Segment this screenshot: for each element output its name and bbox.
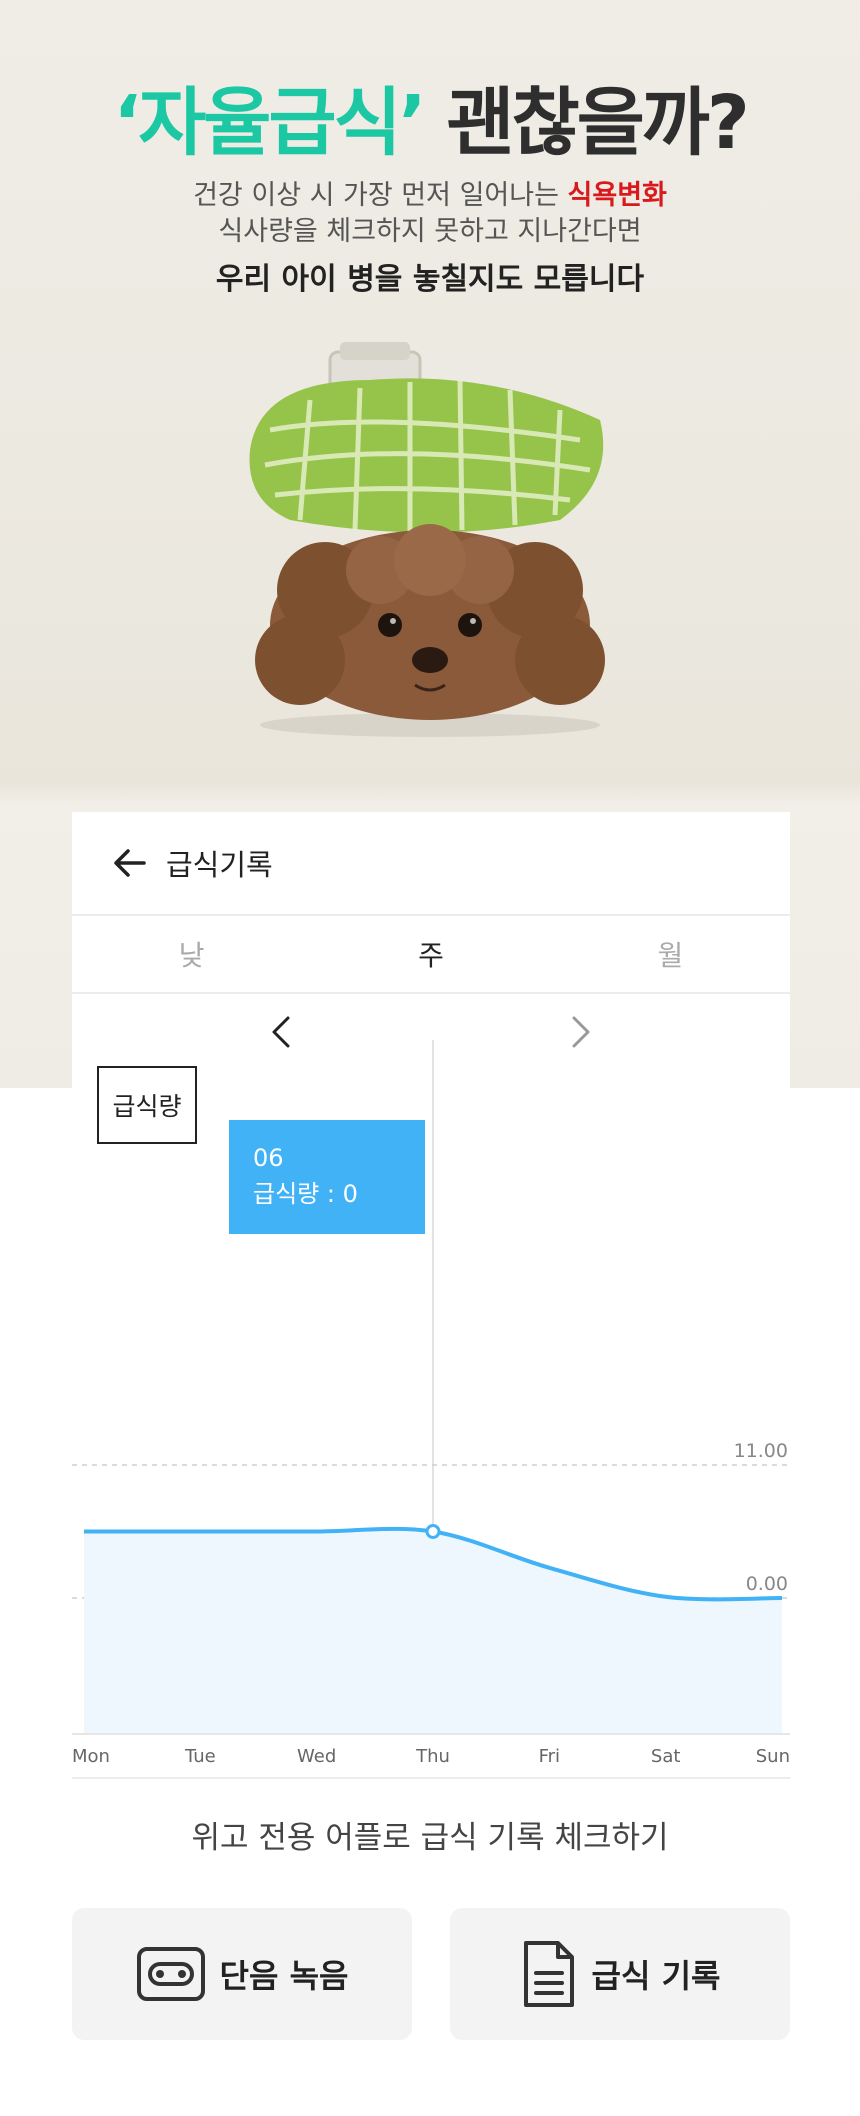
x-tick-label: Tue [184, 1746, 216, 1767]
feeding-chart: 11.00 0.00 Mon Tue Wed Thu Fri Sat Sun [72, 1040, 790, 1779]
x-tick-label: Mon [72, 1746, 110, 1767]
dog-with-ice-pack-illustration [249, 342, 605, 737]
x-tick-label: Thu [415, 1746, 450, 1767]
tooltip-value: 급식량 : 0 [253, 1180, 358, 1208]
hero-subtitle-1: 건강 이상 시 가장 먼저 일어나는 식욕변화 [0, 178, 860, 214]
hero-title: ‘자율급식’ 괜찮을까? [0, 78, 860, 168]
x-tick-label: Sun [756, 1746, 790, 1767]
highlight-point [425, 1524, 441, 1539]
cassette-icon [136, 1947, 205, 2001]
chart-tooltip: 06 급식량 : 0 [229, 1120, 425, 1234]
hero-subtitle-1-text: 건강 이상 시 가장 먼저 일어나는 [193, 180, 568, 211]
feeding-log-button[interactable]: 급식 기록 [450, 1908, 790, 2040]
feeding-log-label: 급식 기록 [591, 1957, 721, 1995]
x-tick-label: Fri [539, 1746, 560, 1767]
x-tick-label: Wed [297, 1746, 336, 1767]
hero-subtitle-1-highlight: 식욕변화 [567, 180, 667, 211]
ref-line-label: 11.00 [734, 1440, 788, 1462]
x-tick-label: Sat [651, 1746, 681, 1767]
hero-subtitle-2: 식사량을 체크하지 못하고 지나간다면 [218, 216, 642, 247]
tooltip-date: 06 [253, 1144, 284, 1172]
feeding-record-card: 급식기록 낮 주 월 11.00 0.00 Mon Tue Wed Thu Fri Sat Su… [72, 812, 790, 1812]
footer-caption: 위고 전용 어플로 급식 기록 체크하기 [191, 1820, 669, 1856]
hero-subtitle-3: 우리 아이 병을 놓칠지도 모릅니다 [215, 262, 645, 297]
legend-box: 급식량 [97, 1066, 197, 1144]
hero-title-rest: 괜찮을까? [423, 80, 750, 166]
record-button-label: 단음 녹음 [219, 1957, 349, 1995]
document-icon [523, 1941, 574, 2007]
series-area [84, 1528, 782, 1734]
ref-line-label: 0.00 [746, 1573, 788, 1595]
hero-title-accent: ‘자율급식’ [113, 80, 427, 166]
record-button[interactable]: 단음 녹음 [72, 1908, 412, 2040]
